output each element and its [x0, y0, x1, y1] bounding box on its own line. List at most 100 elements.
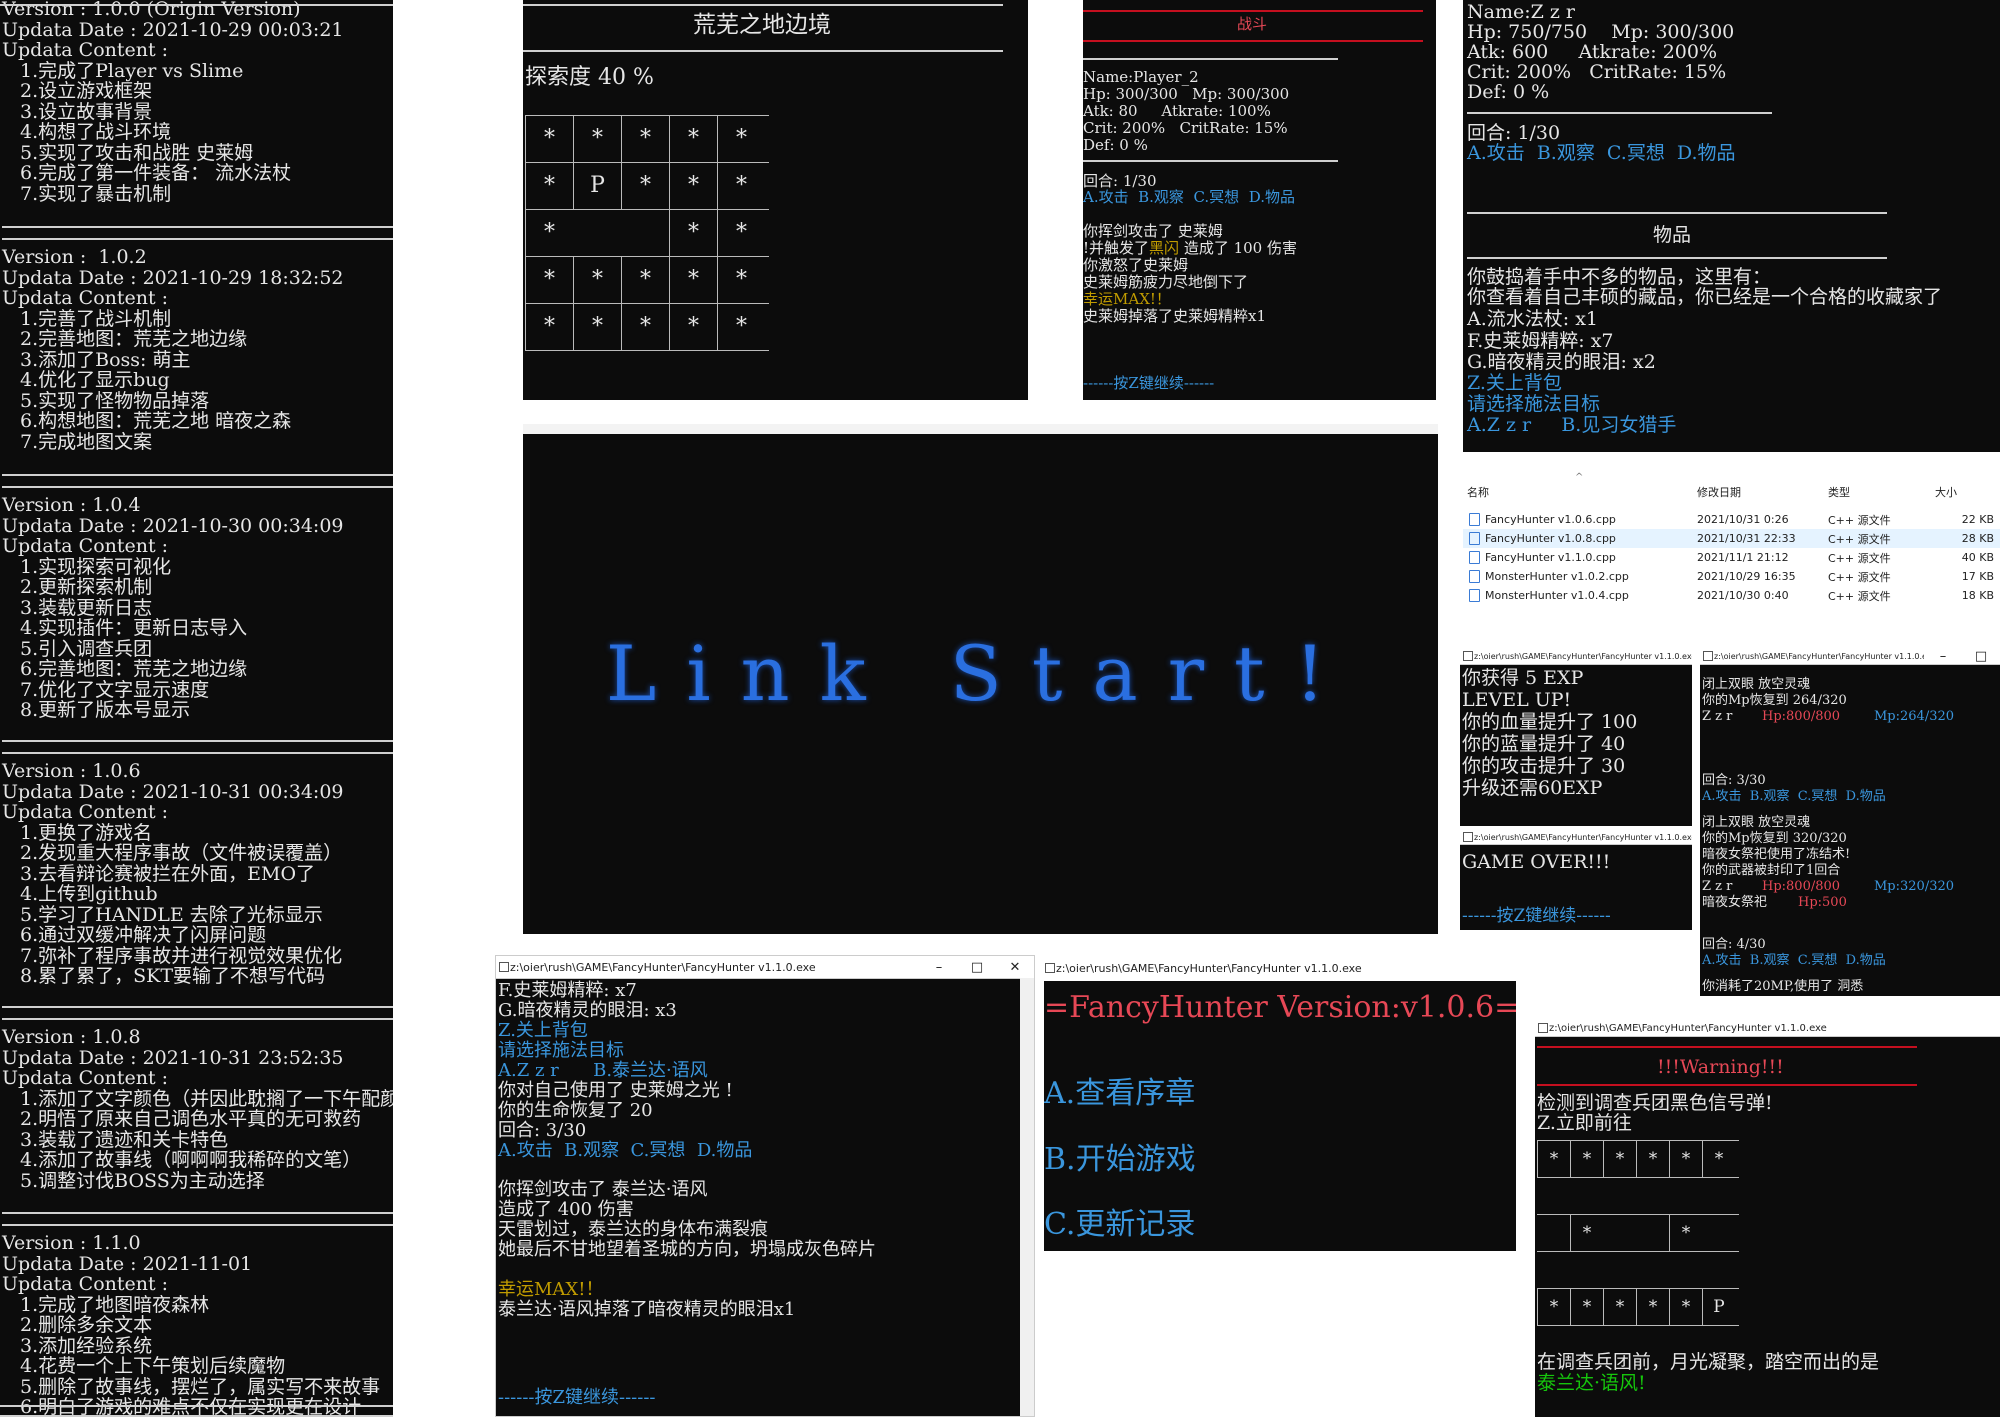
meditate-last: 你消耗了20MP,使用了 洞悉: [1702, 979, 1864, 994]
item-f[interactable]: F.史莱姆精粹: x7: [1467, 332, 1614, 351]
levelup-window: z:\oier\rush\GAME\FancyHunter\FancyHunte…: [1460, 648, 1692, 826]
update-item: 7.完成地图文案: [20, 430, 153, 453]
grid-cell: *: [525, 210, 573, 256]
version-label: Version : 1.0.6: [2, 760, 141, 782]
file-name: MonsterHunter v1.0.4.cpp: [1485, 589, 1629, 602]
minimize-button[interactable]: –: [920, 960, 958, 975]
warning-line-2[interactable]: Z.立即前往: [1537, 1114, 1632, 1133]
grid-cell: *: [717, 210, 765, 256]
battle-log-4: 史莱姆筋疲力尽地倒下了: [1083, 273, 1249, 291]
update-item: 1.添加了文字颜色（并因此耽搁了一下午配颜色）: [20, 1087, 393, 1110]
fight2-line-3: 你对自己使用了 史莱姆之光 !: [498, 1080, 733, 1101]
grid-cell: *: [669, 116, 717, 162]
meditate-line-2: 你的Mp恢复到 264/320: [1702, 693, 1847, 708]
app-icon: [499, 962, 509, 972]
fight2-line-1: F.史莱姆精粹: x7: [498, 980, 637, 1001]
update-item: 3.添加了Boss: 萌主: [20, 348, 191, 371]
grid-row: * *: [1537, 1215, 1737, 1251]
fight2-luck: 幸运MAX!！: [498, 1279, 604, 1300]
fight2-continue[interactable]: ------按Z键继续------: [498, 1389, 656, 1407]
fight2-line-4: 你的生命恢复了 20: [498, 1100, 653, 1121]
window-title: z:\oier\rush\GAME\FancyHunter\FancyHunte…: [1714, 651, 1924, 661]
app-icon: [1463, 651, 1473, 661]
grid-cell: *: [717, 304, 765, 350]
fight2-targets[interactable]: A.Z z r B.泰兰达·语风: [498, 1062, 708, 1080]
meditate-options-2[interactable]: A.攻击 B.观察 C.冥想 D.物品: [1702, 954, 1886, 967]
file-row[interactable]: FancyHunter v1.0.8.cpp 2021/10/31 22:33 C+…: [1463, 529, 2000, 548]
gameover-continue[interactable]: ------按Z键继续------: [1462, 908, 1611, 925]
maximize-button[interactable]: □: [1962, 649, 2000, 664]
fight2-drop: 泰兰达·语风掉落了暗夜精灵的眼泪x1: [498, 1299, 796, 1320]
update-date: Updata Date : 2021-10-31 00:34:09: [2, 780, 344, 803]
grid-cell: *: [1702, 1141, 1735, 1177]
battle-log-1: 你挥剑攻击了 史莱姆: [1083, 222, 1223, 240]
meditate-line-3: 闭上双眼 放空灵魂: [1702, 815, 1811, 830]
menu-option-prologue[interactable]: A.查看序章: [1044, 1079, 1195, 1109]
update-item: 6.完善地图：荒芜之地边缘: [20, 658, 248, 680]
minimize-button[interactable]: –: [1924, 649, 1962, 664]
fight2-line-6: 造成了 400 伤害: [498, 1199, 634, 1220]
maximize-button[interactable]: □: [958, 960, 996, 975]
header-size[interactable]: 大小: [1935, 484, 1957, 500]
update-item: 6.完成了第一件装备： 流水法杖: [20, 162, 292, 184]
separator: [2, 1212, 393, 1226]
item-a[interactable]: A.流水法杖: x1: [1467, 310, 1598, 329]
update-item: 1.更换了游戏名: [20, 821, 153, 844]
file-row[interactable]: FancyHunter v1.0.6.cpp 2021/10/31 0:26 C++…: [1463, 510, 2000, 529]
update-item: 7.优化了文字显示速度: [20, 678, 210, 701]
update-item: 4.添加了故事线（啊啊啊我稀碎的文笔）: [20, 1149, 362, 1171]
items-targets[interactable]: A.Z z r B.见习女猎手: [1467, 416, 1676, 435]
app-icon: [1045, 963, 1055, 973]
scrollbar[interactable]: [1020, 978, 1034, 1416]
battle-continue[interactable]: ------按Z键继续------: [1083, 376, 1214, 391]
items-player-def: Def: 0 %: [1467, 81, 1550, 103]
warning-map-grid: * * * * * * * * * * * * * P: [1537, 1140, 1739, 1326]
fight2-options[interactable]: A.攻击 B.观察 C.冥想 D.物品: [498, 1142, 752, 1160]
grid-cell: *: [1669, 1289, 1702, 1325]
file-row[interactable]: MonsterHunter v1.0.2.cpp 2021/10/29 16:35…: [1463, 567, 2000, 586]
header-date[interactable]: 修改日期: [1697, 484, 1741, 500]
separator: [0, 0, 393, 6]
map-grid: * * * * * * P * * * * * * * * * * * * * * * *: [525, 115, 775, 351]
update-content-label: Updata Content :: [2, 1067, 169, 1089]
file-date: 2021/10/31 0:26: [1697, 513, 1789, 526]
item-g[interactable]: G.暗夜精灵的眼泪: x2: [1467, 353, 1656, 372]
grid-row: * * * * * P: [1537, 1289, 1737, 1325]
grid-cell: *: [621, 304, 669, 350]
battle-options[interactable]: A.攻击 B.观察 C.冥想 D.物品: [1083, 190, 1295, 205]
header-name[interactable]: 名称: [1467, 484, 1489, 500]
header-type[interactable]: 类型: [1828, 484, 1850, 500]
grid-cell: *: [1636, 1141, 1669, 1177]
cpp-file-icon: [1469, 551, 1480, 564]
menu-option-start[interactable]: B.开始游戏: [1044, 1145, 1196, 1175]
gameover-text: GAME OVER!!!: [1462, 851, 1611, 873]
grid-cell: *: [573, 304, 621, 350]
file-row[interactable]: MonsterHunter v1.0.4.cpp 2021/10/30 0:40 C…: [1463, 586, 2000, 605]
items-player-hp-mp: Hp: 750/750 Mp: 300/300: [1467, 21, 1735, 43]
update-item: 4.上传到github: [20, 883, 158, 905]
grid-cell: *: [669, 163, 717, 209]
version-block: Version : 1.0.2 Updata Date : 2021-10-29 …: [2, 226, 393, 453]
fight2-round: 回合: 3/30: [498, 1120, 587, 1141]
player-name: Name:Player_2: [1083, 68, 1199, 86]
file-row[interactable]: FancyHunter v1.1.0.cpp 2021/11/1 21:12 C++…: [1463, 548, 2000, 567]
menu-option-changelog[interactable]: C.更新记录: [1044, 1210, 1195, 1240]
level-up: LEVEL UP!: [1462, 689, 1572, 711]
version-block: Version : 1.1.0 Updata Date : 2021-11-01 U…: [2, 1212, 393, 1417]
version-block: Version : 1.0.8 Updata Date : 2021-10-31 …: [2, 1006, 393, 1192]
update-item: 4.构想了战斗环境: [20, 121, 172, 143]
cpp-file-icon: [1469, 589, 1480, 602]
grid-divider: [1537, 1325, 1739, 1326]
items-player-name: Name:Z z r: [1467, 1, 1575, 23]
fight2-window: z:\oier\rush\GAME\FancyHunter\FancyHunte…: [495, 955, 1035, 1417]
fight2-close-bag[interactable]: Z.关上背包: [498, 1022, 588, 1040]
meditate-options-1[interactable]: A.攻击 B.观察 C.冥想 D.物品: [1702, 790, 1886, 803]
separator: [2, 226, 393, 240]
file-type: C++ 源文件: [1828, 513, 1891, 527]
grid-cell: *: [1537, 1141, 1570, 1177]
items-close-bag[interactable]: Z.关上背包: [1467, 374, 1562, 393]
update-item: 5.实现了攻击和战胜 史莱姆: [20, 141, 254, 164]
close-button[interactable]: ✕: [996, 960, 1034, 975]
battle-panel: 战斗 Name:Player_2 Hp: 300/300 Mp: 300/300…: [1083, 0, 1436, 400]
items-options[interactable]: A.攻击 B.观察 C.冥想 D.物品: [1467, 144, 1736, 163]
